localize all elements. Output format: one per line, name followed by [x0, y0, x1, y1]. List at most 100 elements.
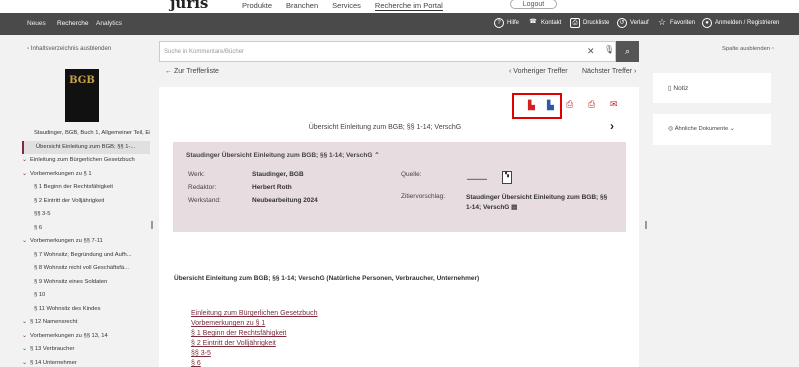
- clear-icon[interactable]: ✕: [587, 46, 595, 57]
- pdf-icon[interactable]: ▙: [528, 100, 535, 111]
- logout-button[interactable]: Logout: [510, 0, 557, 9]
- topnav-produkte[interactable]: Produkte: [242, 1, 272, 11]
- right-resize-handle[interactable]: [645, 221, 647, 229]
- search-button[interactable]: ⌕: [616, 41, 639, 62]
- sidebar-resize-handle[interactable]: [151, 221, 153, 229]
- toc-item[interactable]: ⌄ § 12 Namensrecht: [22, 316, 150, 330]
- word-icon[interactable]: ▙: [547, 100, 554, 111]
- toc-item[interactable]: § 10: [22, 289, 150, 303]
- tab-recherche[interactable]: Recherche: [57, 20, 88, 27]
- hilfe-label: Hilfe: [507, 20, 520, 26]
- user-icon: ●: [702, 18, 712, 28]
- back-label: Zur Trefferliste: [173, 68, 219, 75]
- topnav-branchen[interactable]: Branchen: [286, 1, 318, 11]
- print-icon[interactable]: ⎙: [588, 99, 595, 110]
- document-link[interactable]: § 2 Eintritt der Volljährigkeit: [191, 339, 317, 349]
- search-placeholder: Suche in Kommentare/Bücher: [164, 49, 245, 55]
- verlauf-label: Verlauf: [630, 20, 649, 26]
- favoriten-link[interactable]: ☆ Favoriten: [657, 18, 695, 28]
- login-link[interactable]: ● Anmelden / Registrieren: [702, 18, 779, 28]
- toc-item[interactable]: § 9 Wohnsitz eines Soldaten: [22, 276, 150, 290]
- document-link[interactable]: § 1 Beginn der Rechtsfähigkeit: [191, 329, 317, 339]
- zitier-text: Staudinger Übersicht Einleitung zum BGB;…: [466, 194, 608, 211]
- main-toolbar: Neues Recherche Analytics ? Hilfe ☎ Kontak…: [0, 13, 799, 35]
- metadata-title-text: Staudinger Übersicht Einleitung zum BGB;…: [186, 152, 373, 159]
- toc-item[interactable]: § 11 Wohnsitz des Kindes: [22, 303, 150, 317]
- book-cover: BGB: [65, 69, 99, 122]
- search-icon: ⌕: [624, 46, 631, 56]
- hilfe-link[interactable]: ? Hilfe: [494, 18, 519, 28]
- next-hit-button[interactable]: Nächster Treffer ›: [582, 68, 636, 75]
- druckliste-link[interactable]: ⎙ Druckliste: [570, 18, 609, 28]
- history-icon: ↺: [617, 18, 627, 28]
- document-link[interactable]: § 6: [191, 359, 317, 367]
- login-label: Anmelden / Registrieren: [715, 20, 780, 26]
- toc-item[interactable]: ⌄ § 14 Unternehmer: [22, 357, 150, 367]
- print-add-icon[interactable]: ⎙: [566, 99, 573, 110]
- toc-item[interactable]: § 7 Wohnsitz; Begründung und Aufh...: [22, 249, 150, 263]
- next-label: Nächster Treffer: [582, 68, 633, 75]
- toc-item[interactable]: ⌄ Einleitung zum Bürgerlichen Gesetzbuch: [22, 154, 150, 168]
- document-title: Übersicht Einleitung zum BGB; §§ 1-14; V…: [174, 275, 480, 282]
- document-links: Einleitung zum Bürgerlichen Gesetzbuch Vo…: [191, 309, 317, 367]
- toc-item-label: § 14 Unternehmer: [30, 359, 77, 366]
- document-heading: Übersicht Einleitung zum BGB; §§ 1-14; V…: [308, 124, 462, 131]
- werkstand-value: Neubearbeitung 2024: [252, 197, 318, 204]
- phone-icon: ☎: [529, 19, 537, 25]
- toc-item[interactable]: § 2 Eintritt der Volljährigkeit: [22, 195, 150, 209]
- zitier-label: Zitiervorschlag:: [401, 193, 446, 200]
- copy-icon[interactable]: ▤: [511, 204, 517, 211]
- hide-column-button[interactable]: Spalte ausblenden ▫: [722, 46, 774, 52]
- table-of-contents: Staudinger, BGB, Buch 1, Allgemeiner Tei…: [22, 127, 150, 367]
- clipboard-icon: ▯: [668, 85, 672, 92]
- toc-item-label: § 10: [34, 292, 46, 298]
- toc-item[interactable]: Übersicht Einleitung zum BGB; §§ 1-...: [22, 140, 150, 154]
- next-document-arrow[interactable]: ›: [610, 119, 614, 133]
- topnav-services[interactable]: Services: [332, 1, 361, 11]
- redaktor-value: Herbert Roth: [252, 184, 292, 191]
- previous-hit-button[interactable]: ‹ Vorheriger Treffer: [509, 68, 568, 75]
- kontakt-link[interactable]: ☎ Kontakt: [528, 18, 561, 28]
- chevron-down-icon: ⌄: [729, 126, 735, 132]
- beck-logo: ▚: [502, 171, 512, 184]
- quelle-label: Quelle:: [401, 171, 422, 178]
- toc-item[interactable]: ⌄ § 13 Verbraucher: [22, 343, 150, 357]
- toc-item-label: § 6: [34, 224, 43, 231]
- juris-logo[interactable]: juris: [170, 0, 208, 12]
- toc-item[interactable]: ⌄ Vorbemerkungen zu § 1: [22, 168, 150, 182]
- topnav-recherche[interactable]: Recherche im Portal: [374, 1, 443, 11]
- chevron-up-icon: ⌃: [374, 152, 380, 159]
- toc-item[interactable]: ⌄ Vorbemerkungen zu §§ 13, 14: [22, 330, 150, 344]
- tab-neues[interactable]: Neues: [27, 20, 46, 27]
- tab-analytics[interactable]: Analytics: [96, 20, 122, 27]
- chevron-down-icon: ⌄: [22, 157, 28, 163]
- document-link[interactable]: Einleitung zum Bürgerlichen Gesetzbuch: [191, 309, 317, 319]
- back-to-results-link[interactable]: ← Zur Trefferliste: [165, 68, 219, 75]
- top-strip: juris Produkte Branchen Services Recherc…: [0, 0, 799, 13]
- document-link[interactable]: §§ 3-5: [191, 349, 317, 359]
- toc-item[interactable]: § 8 Wohnsitz nicht voll Geschäftsfä...: [22, 262, 150, 276]
- verlauf-link[interactable]: ↺ Verlauf: [617, 18, 649, 28]
- chevron-down-icon: ⌄: [22, 238, 28, 244]
- hide-toc-button[interactable]: ▫ Inhaltsverzeichnis ausblenden: [27, 46, 111, 52]
- toc-item-label: § 13 Verbraucher: [30, 346, 75, 352]
- document-link[interactable]: Vorbemerkungen zu § 1: [191, 319, 317, 329]
- top-nav: Produkte Branchen Services Recherche im …: [242, 1, 457, 11]
- toc-item-label: Vorbemerkungen zu § 1: [30, 170, 92, 177]
- metadata-title[interactable]: Staudinger Übersicht Einleitung zum BGB;…: [186, 151, 380, 159]
- prev-label: Vorheriger Treffer: [513, 68, 568, 75]
- toc-item[interactable]: §§ 3-5: [22, 208, 150, 222]
- toc-item[interactable]: § 6: [22, 222, 150, 236]
- similar-documents-label: ◎ Ähnliche Dokumente ⌄: [668, 126, 735, 132]
- note-label: ▯ Notiz: [668, 84, 688, 92]
- druckliste-label: Druckliste: [583, 20, 610, 26]
- werk-value: Staudinger, BGB: [252, 171, 304, 178]
- toc-item[interactable]: Staudinger, BGB, Buch 1, Allgemeiner Tei…: [22, 127, 150, 141]
- werkstand-label: Werkstand:: [188, 197, 221, 204]
- redaktor-label: Redaktor:: [188, 184, 217, 191]
- microphone-icon[interactable]: 🎙: [604, 45, 614, 54]
- mail-icon[interactable]: ✉: [610, 99, 618, 110]
- toc-item[interactable]: ⌄ Vorbemerkungen zu §§ 7-11: [22, 235, 150, 249]
- toc-item[interactable]: § 1 Beginn der Rechtsfähigkeit: [22, 181, 150, 195]
- toc-item-label: § 9 Wohnsitz eines Soldaten: [34, 278, 108, 285]
